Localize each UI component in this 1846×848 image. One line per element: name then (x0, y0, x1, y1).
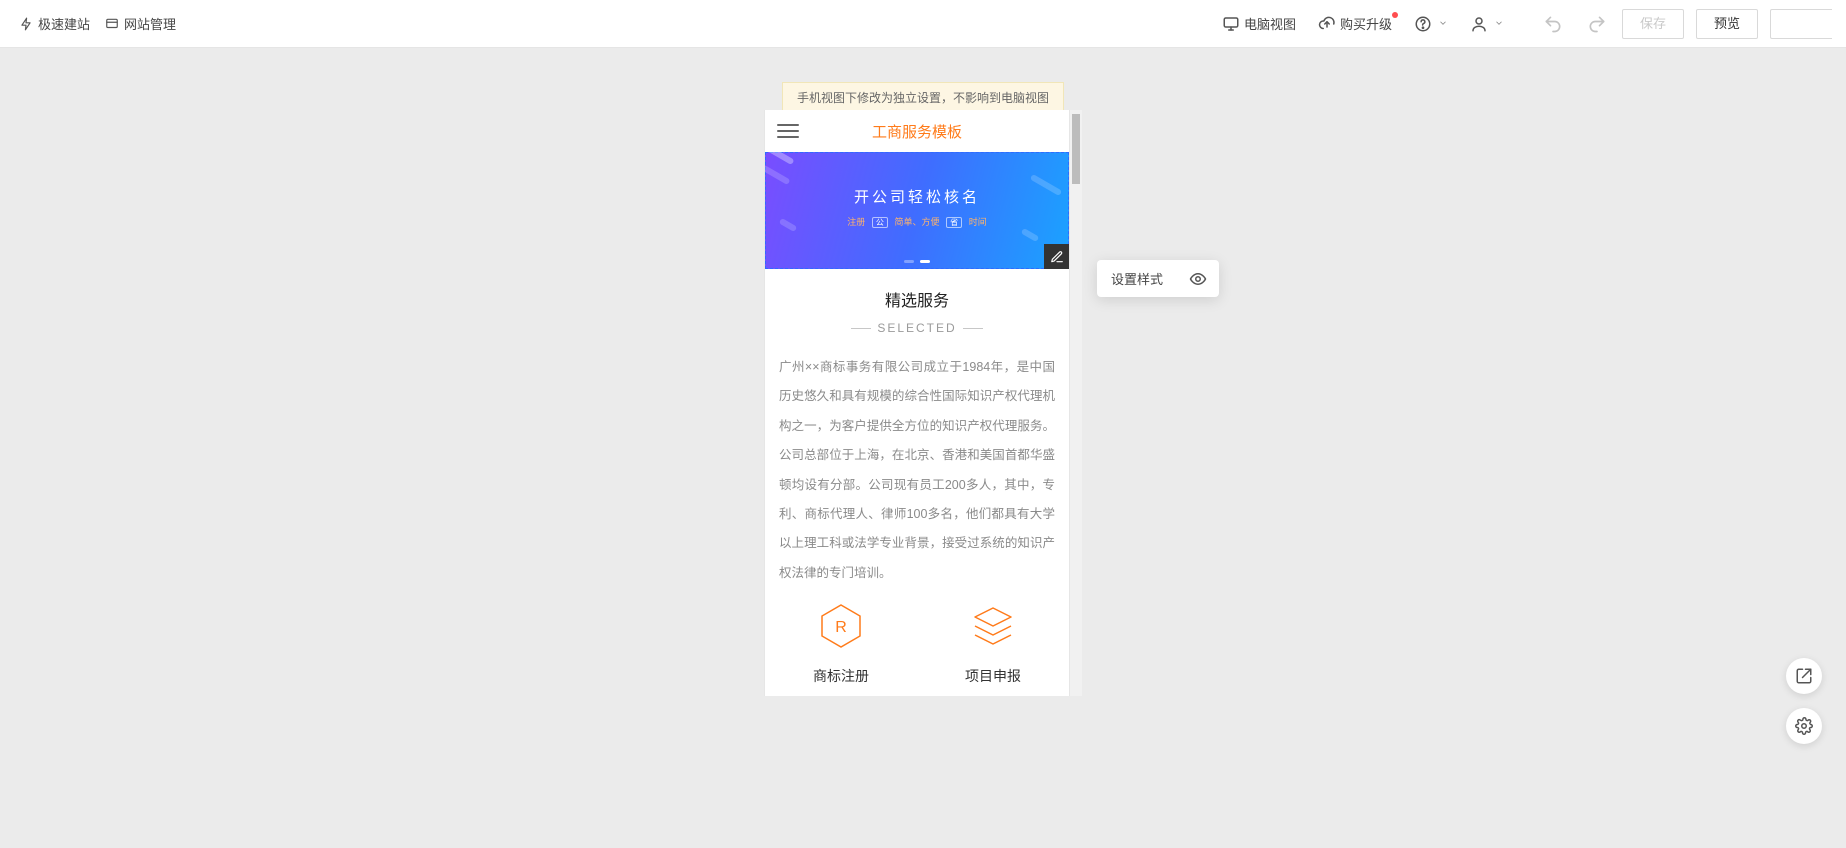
site-manage-link[interactable]: 网站管理 (100, 8, 180, 39)
section-subtitle: SELECTED (765, 321, 1069, 335)
mobile-view-notice: 手机视图下修改为独立设置，不影响到电脑视图 (782, 82, 1064, 113)
phone-site-title: 工商服务模板 (872, 121, 962, 142)
hero-sub-part: 简单、方便 (894, 217, 939, 227)
top-toolbar: 极速建站 网站管理 电脑视图 购买升级 (0, 0, 1846, 48)
editor-stage: 手机视图下修改为独立设置，不影响到电脑视图 工商服务模板 开公司轻松核名 注册 … (0, 48, 1846, 848)
floating-actions (1786, 658, 1822, 744)
trademark-hex-icon: R (817, 602, 865, 650)
undo-button[interactable] (1534, 9, 1572, 39)
gear-icon (1795, 717, 1813, 735)
selection-popover: 设置样式 (1097, 260, 1219, 297)
edit-block-handle[interactable] (1044, 244, 1069, 269)
help-menu[interactable] (1406, 9, 1456, 39)
service-title: 项目申报 (925, 666, 1061, 686)
redo-icon (1587, 14, 1607, 34)
hero-subline: 注册 公 简单、方便 省 时间 (765, 213, 1069, 228)
set-style-button[interactable]: 设置样式 (1097, 260, 1177, 297)
hero-sub-tag: 公 (872, 217, 888, 228)
desktop-view-label: 电脑视图 (1244, 14, 1296, 33)
svg-text:R: R (835, 619, 847, 636)
mobile-preview-scrollbar[interactable] (1070, 110, 1082, 696)
service-card[interactable]: 项目申报 基金 · 省市创新基金等等 (917, 596, 1069, 696)
desktop-view-button[interactable]: 电脑视图 (1214, 8, 1304, 39)
hero-headline: 开公司轻松核名 (765, 186, 1069, 207)
layers-icon (969, 602, 1017, 650)
settings-fab[interactable] (1786, 708, 1822, 744)
pencil-icon (1050, 250, 1064, 264)
hero-sub-tag: 省 (946, 217, 962, 228)
carousel-indicator[interactable] (904, 260, 930, 263)
help-icon (1414, 15, 1432, 33)
user-icon (1470, 15, 1488, 33)
section-title: 精选服务 (765, 287, 1069, 311)
upgrade-button[interactable]: 购买升级 (1310, 8, 1400, 39)
account-menu[interactable] (1462, 9, 1512, 39)
share-external-icon (1795, 667, 1813, 685)
preview-button[interactable]: 预览 (1696, 9, 1758, 39)
upgrade-badge-dot (1392, 12, 1398, 18)
monitor-icon (1222, 15, 1240, 33)
visibility-toggle[interactable] (1177, 261, 1219, 297)
hero-sub-part: 注册 (847, 217, 865, 227)
save-button[interactable]: 保存 (1622, 9, 1684, 39)
eye-icon (1189, 270, 1207, 288)
topbar-right-group: 电脑视图 购买升级 (1214, 8, 1832, 39)
upgrade-label: 购买升级 (1340, 14, 1392, 33)
lightning-icon (18, 16, 34, 32)
site-manage-icon (104, 16, 120, 32)
hero-sub-part: 时间 (969, 217, 987, 227)
hero-banner[interactable]: 开公司轻松核名 注册 公 简单、方便 省 时间 (765, 152, 1069, 269)
chevron-down-icon (1494, 16, 1504, 31)
scrollbar-thumb[interactable] (1072, 114, 1080, 184)
share-fab[interactable] (1786, 658, 1822, 694)
chevron-down-icon (1438, 16, 1448, 31)
section-description: 广州××商标事务有限公司成立于1984年，是中国历史悠久和具有规模的综合性国际知… (765, 335, 1069, 592)
redo-button[interactable] (1578, 9, 1616, 39)
topbar-left-group: 极速建站 网站管理 (14, 8, 180, 39)
quick-build-label: 极速建站 (38, 14, 90, 33)
mobile-preview-container: 工商服务模板 开公司轻松核名 注册 公 简单、方便 省 时间 (764, 110, 1082, 696)
service-grid: R 商标注册 查询 · 专业顾问全程服务 项目申报 基金 · 省市创新基金等等 (765, 592, 1069, 696)
quick-build-link[interactable]: 极速建站 (14, 8, 94, 39)
undo-icon (1543, 14, 1563, 34)
phone-site-header: 工商服务模板 (765, 110, 1069, 152)
publish-button[interactable] (1770, 9, 1832, 39)
mobile-preview-frame: 工商服务模板 开公司轻松核名 注册 公 简单、方便 省 时间 (764, 110, 1070, 696)
hamburger-menu-icon[interactable] (777, 120, 799, 142)
site-manage-label: 网站管理 (124, 14, 176, 33)
cloud-upload-icon (1318, 15, 1336, 33)
service-title: 商标注册 (773, 666, 909, 686)
service-card[interactable]: R 商标注册 查询 · 专业顾问全程服务 (765, 596, 917, 696)
